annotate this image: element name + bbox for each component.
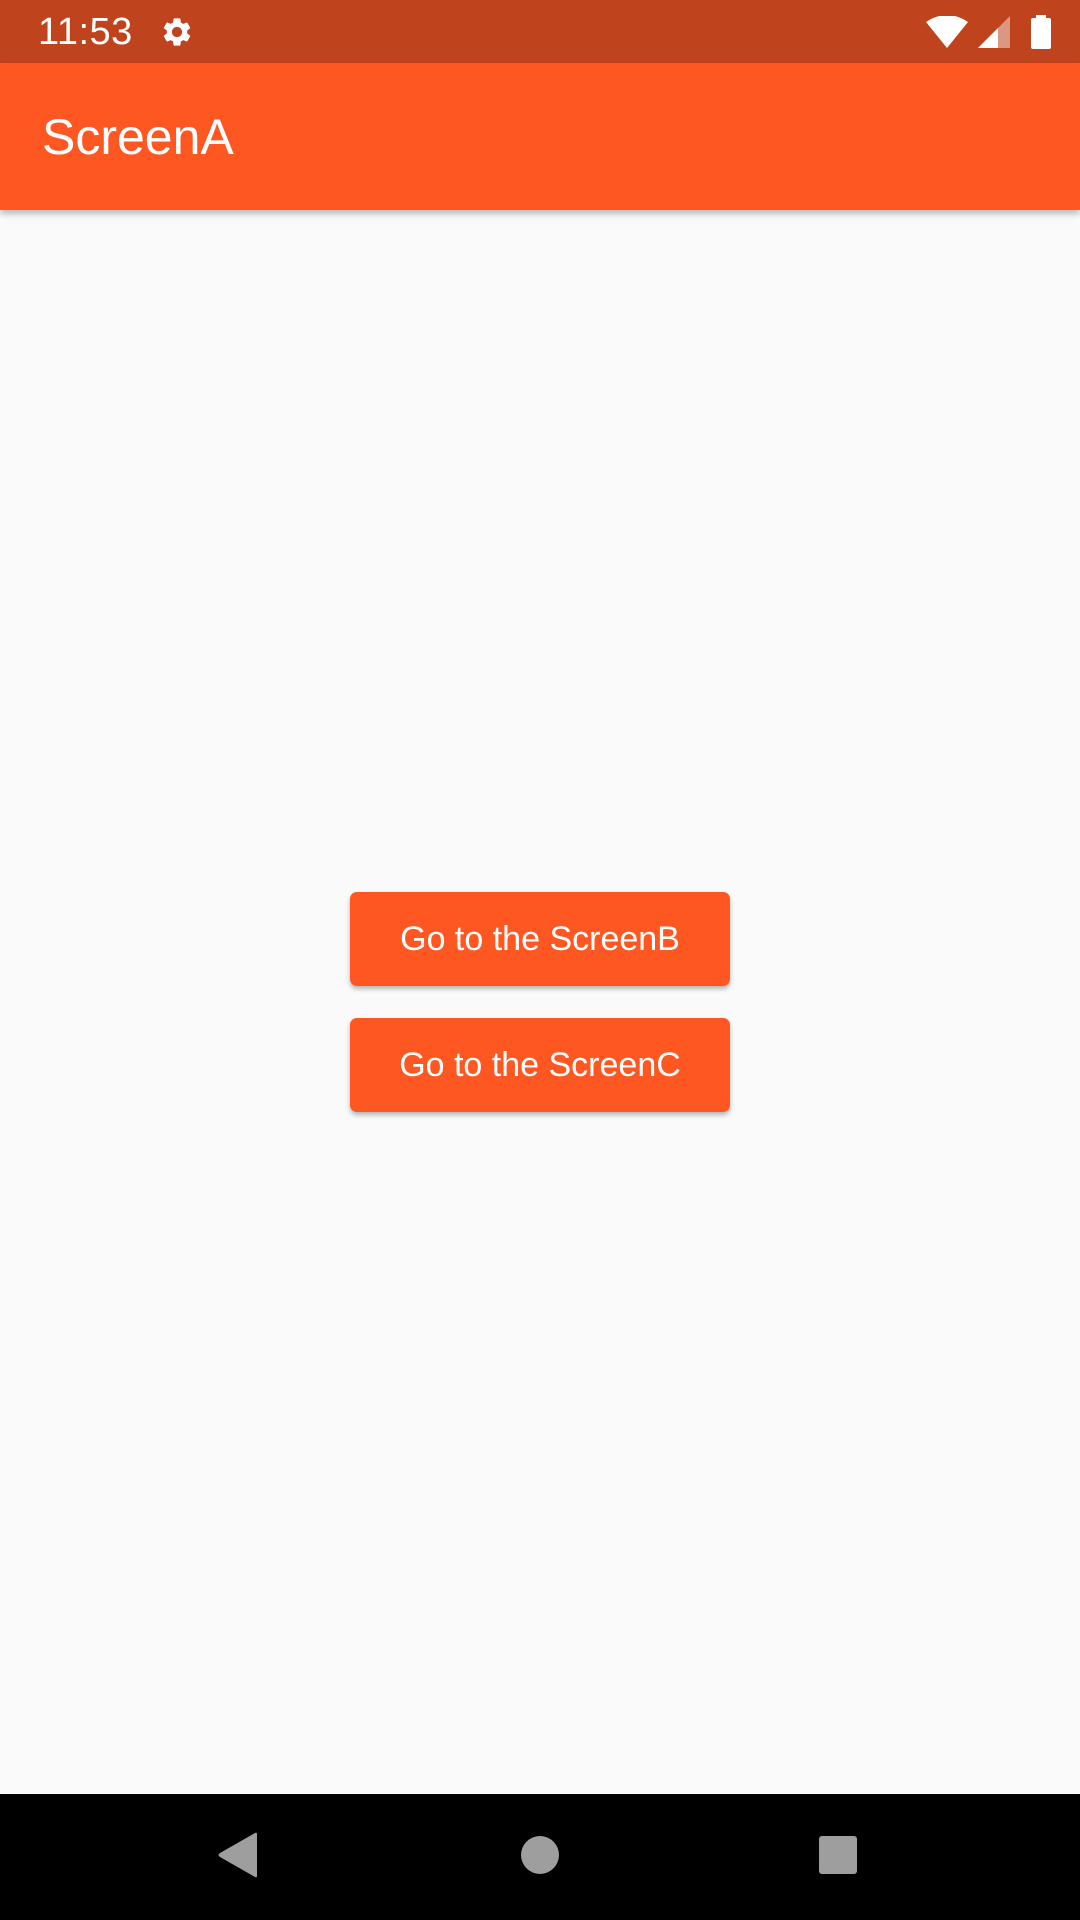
home-icon (520, 1835, 560, 1880)
status-icons (926, 12, 1052, 52)
navigation-bar (0, 1794, 1080, 1920)
go-to-screen-b-button[interactable]: Go to the ScreenB (350, 892, 730, 986)
recents-icon (818, 1835, 858, 1880)
content-area: Go to the ScreenB Go to the ScreenC (0, 210, 1080, 1794)
battery-icon (1030, 15, 1052, 49)
wifi-icon (926, 16, 968, 48)
go-to-screen-c-button[interactable]: Go to the ScreenC (350, 1018, 730, 1112)
back-button[interactable] (168, 1794, 308, 1920)
page-title: ScreenA (42, 109, 234, 165)
app-bar: ScreenA (0, 63, 1080, 210)
screen: 11:53 ScreenA Go to the ScreenB Go to th… (0, 0, 1080, 1920)
signal-icon (978, 16, 1010, 48)
status-bar: 11:53 (0, 0, 1080, 63)
recents-button[interactable] (768, 1794, 908, 1920)
back-icon (217, 1832, 259, 1883)
home-button[interactable] (470, 1794, 610, 1920)
gear-icon (160, 15, 194, 49)
status-time: 11:53 (38, 11, 133, 53)
